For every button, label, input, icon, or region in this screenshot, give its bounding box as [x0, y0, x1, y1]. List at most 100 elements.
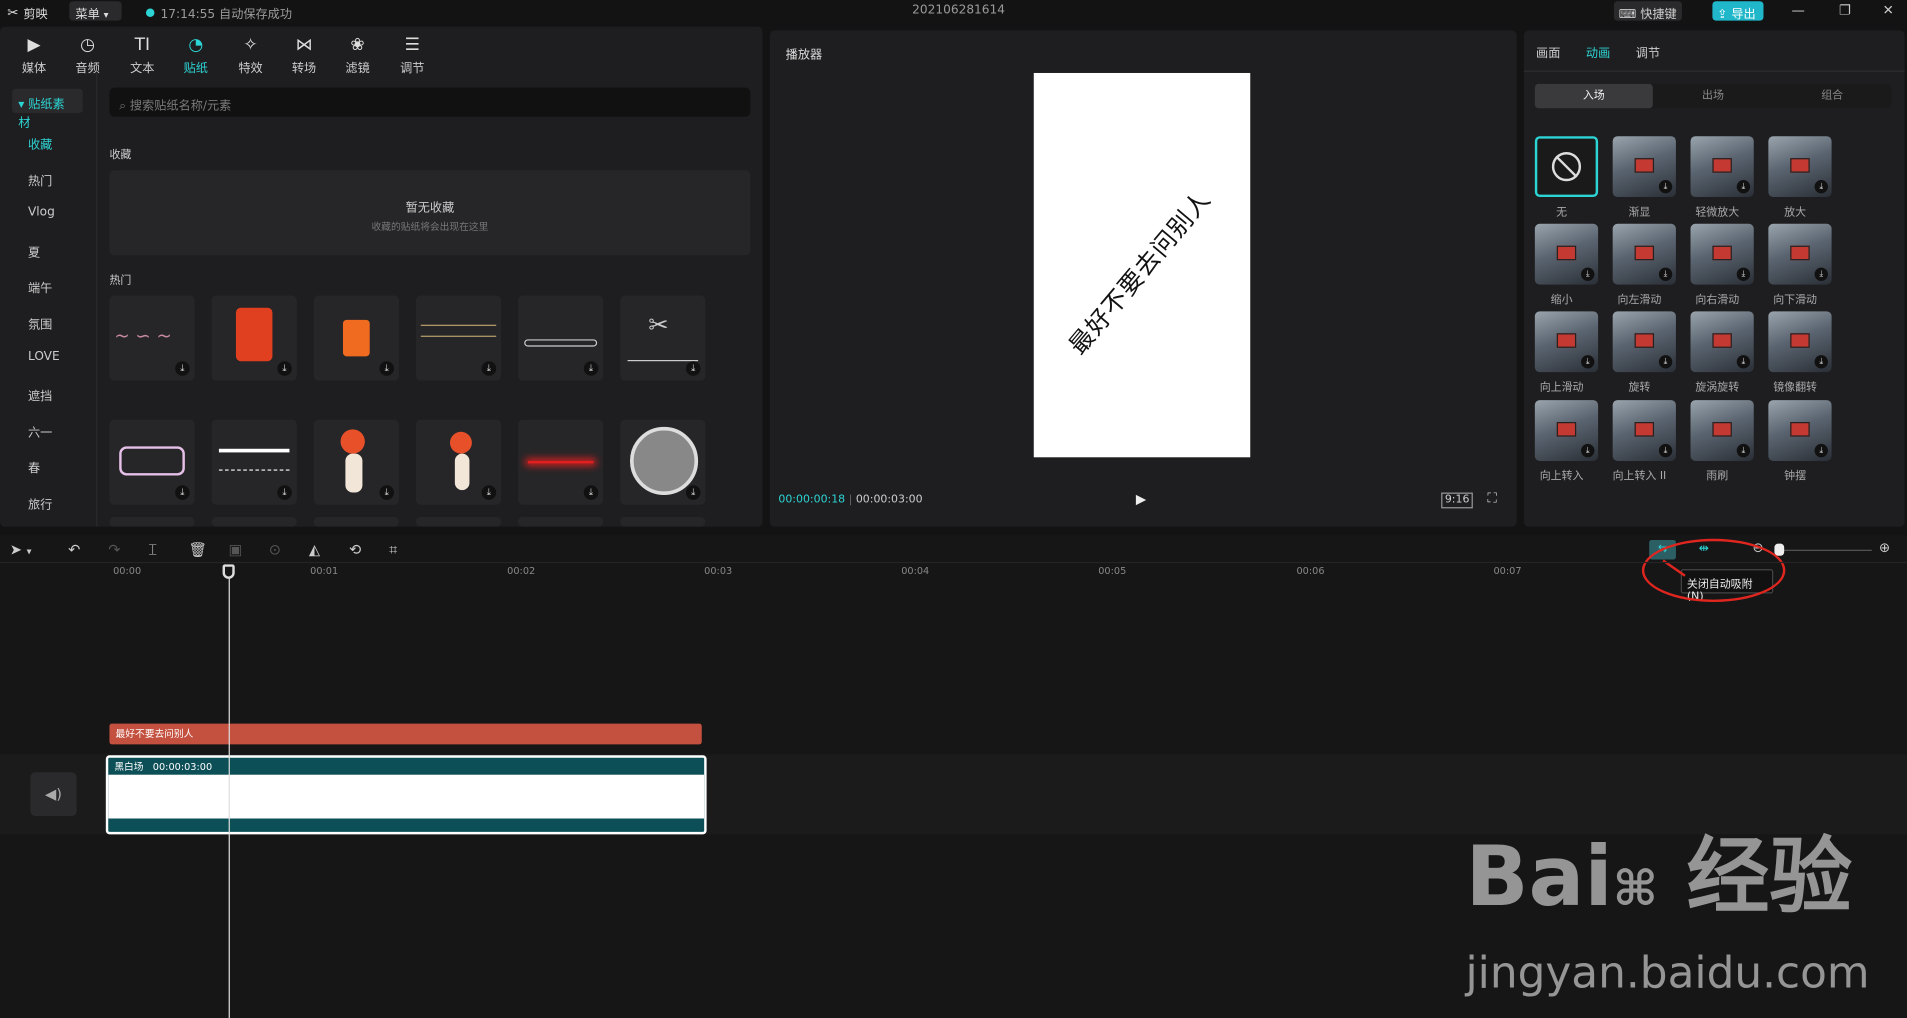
animation-item[interactable]: ⤓: [1768, 311, 1832, 373]
download-icon[interactable]: ⤓: [583, 361, 599, 376]
download-icon[interactable]: ⤓: [277, 361, 292, 376]
sticker-item[interactable]: ⤓: [211, 295, 297, 381]
download-icon[interactable]: ⤓: [175, 361, 190, 376]
text-clip[interactable]: 最好不要去问别人: [109, 723, 702, 745]
download-icon[interactable]: ⤓: [685, 485, 701, 500]
download-icon[interactable]: ⤓: [1736, 179, 1751, 194]
split-icon[interactable]: ⌶: [148, 541, 157, 559]
download-icon[interactable]: ⤓: [379, 485, 395, 500]
animation-item[interactable]: ⤓: [1534, 400, 1599, 461]
sticker-item[interactable]: ⤓: [415, 419, 502, 505]
download-icon[interactable]: ⤓: [481, 485, 497, 500]
animation-item[interactable]: ⤓: [1690, 400, 1754, 461]
play-icon[interactable]: ▶: [1136, 491, 1146, 507]
menu-button[interactable]: 菜单 ▾: [69, 1, 122, 22]
sticker-item[interactable]: ✂ ⤓: [620, 295, 706, 381]
search-input[interactable]: ⌕ 搜索贴纸名称/元素: [109, 87, 751, 117]
download-icon[interactable]: ⤓: [1736, 443, 1751, 458]
sticker-item[interactable]: [211, 516, 297, 527]
tab-filter[interactable]: ❀ 滤镜: [331, 33, 385, 75]
animation-item[interactable]: ⤓: [1534, 311, 1599, 373]
animation-item[interactable]: ⤓: [1612, 400, 1676, 461]
sticker-item[interactable]: ⤓: [211, 419, 297, 505]
playhead-line[interactable]: [228, 571, 230, 1018]
sidebar-item-atmosphere[interactable]: 氛围: [28, 314, 52, 332]
sidebar-item-vlog[interactable]: Vlog: [28, 206, 55, 219]
zoom-in-icon[interactable]: ⊕: [1879, 540, 1890, 556]
tab-transition[interactable]: ⋈ 转场: [277, 33, 331, 75]
sidebar-item-children-day[interactable]: 六一: [28, 422, 52, 440]
animation-item[interactable]: ⤓: [1612, 311, 1676, 373]
animation-item[interactable]: ⤓: [1612, 223, 1676, 285]
download-icon[interactable]: ⤓: [1814, 443, 1828, 458]
sticker-item[interactable]: ~ ∽ ~ ⤓: [109, 295, 195, 381]
tab-media[interactable]: ▶ 媒体: [7, 33, 61, 75]
download-icon[interactable]: ⤓: [1658, 179, 1673, 194]
download-icon[interactable]: ⤓: [1658, 355, 1673, 369]
download-icon[interactable]: ⤓: [1658, 267, 1673, 281]
sticker-item[interactable]: [415, 516, 502, 527]
tab-picture[interactable]: 画面: [1536, 43, 1560, 60]
playhead-handle[interactable]: [222, 564, 235, 579]
animation-item[interactable]: ⤓: [1690, 136, 1754, 198]
download-icon[interactable]: ⤓: [685, 361, 701, 376]
tab-adjust-props[interactable]: 调节: [1636, 43, 1660, 60]
tab-adjust[interactable]: ☰ 调节: [386, 33, 440, 75]
download-icon[interactable]: ⤓: [379, 361, 395, 376]
sidebar-item-favorites[interactable]: 收藏: [28, 134, 52, 152]
download-icon[interactable]: ⤓: [1736, 267, 1751, 281]
close-icon[interactable]: ✕: [1883, 2, 1894, 18]
animation-item[interactable]: [1534, 136, 1599, 198]
mirror-icon[interactable]: ◭: [309, 541, 320, 558]
sidebar-header[interactable]: ▾ 贴纸素材: [12, 88, 83, 130]
tab-audio[interactable]: ◷ 音频: [61, 33, 115, 75]
tab-text[interactable]: TI 文本: [116, 33, 170, 75]
animation-item[interactable]: ⤓: [1768, 223, 1832, 285]
sidebar-item-dragon-boat[interactable]: 端午: [28, 277, 52, 295]
export-button[interactable]: ⇪ 导出: [1712, 1, 1764, 22]
zoom-slider[interactable]: [1774, 549, 1872, 551]
download-icon[interactable]: ⤓: [1814, 267, 1828, 281]
download-icon[interactable]: ⤓: [1581, 267, 1595, 281]
animation-item[interactable]: ⤓: [1534, 223, 1599, 285]
tab-sticker[interactable]: ◔ 贴纸: [169, 33, 223, 75]
download-icon[interactable]: ⤓: [175, 485, 190, 500]
video-clip[interactable]: 黑白场 00:00:03:00: [105, 755, 707, 835]
sticker-item[interactable]: ⤓: [313, 419, 399, 505]
select-tool-icon[interactable]: ➤ ▾: [10, 541, 32, 558]
animation-item[interactable]: ⤓: [1612, 136, 1676, 198]
preview-canvas[interactable]: 最好不要去问别人: [1033, 72, 1251, 458]
sticker-item[interactable]: [313, 516, 399, 527]
download-icon[interactable]: ⤓: [481, 361, 497, 376]
download-icon[interactable]: ⤓: [277, 485, 292, 500]
sidebar-item-spring[interactable]: 春: [28, 457, 40, 475]
download-icon[interactable]: ⤓: [1814, 355, 1828, 369]
sticker-item[interactable]: ⤓: [518, 419, 604, 505]
delete-icon[interactable]: 🗑: [189, 541, 208, 558]
sticker-item[interactable]: [518, 516, 604, 527]
sticker-item[interactable]: [109, 516, 195, 527]
segment-out[interactable]: 出场: [1654, 84, 1772, 108]
animation-item[interactable]: ⤓: [1768, 400, 1832, 461]
animation-item[interactable]: ⤓: [1690, 311, 1754, 373]
crop-icon[interactable]: ⌗: [389, 541, 397, 559]
tab-effects[interactable]: ✧ 特效: [224, 33, 278, 75]
download-icon[interactable]: ⤓: [1814, 179, 1828, 194]
sticker-item[interactable]: ⤓: [415, 295, 502, 381]
sticker-item[interactable]: ⤓: [518, 295, 604, 381]
animation-item[interactable]: ⤓: [1768, 136, 1832, 198]
rotate-icon[interactable]: ⟲: [349, 541, 361, 558]
sticker-item[interactable]: ⤓: [313, 295, 399, 381]
track-mute-button[interactable]: ◀): [30, 772, 77, 817]
sidebar-item-love[interactable]: LOVE: [28, 350, 60, 363]
restore-icon[interactable]: ❐: [1839, 2, 1851, 18]
sidebar-item-cover[interactable]: 遮挡: [28, 386, 52, 403]
download-icon[interactable]: ⤓: [1658, 443, 1673, 458]
tab-animation[interactable]: 动画: [1586, 43, 1610, 60]
download-icon[interactable]: ⤓: [583, 485, 599, 500]
undo-icon[interactable]: ↶: [68, 541, 80, 558]
fullscreen-icon[interactable]: ⛶: [1487, 490, 1496, 507]
sticker-item[interactable]: ⤓: [109, 419, 195, 505]
minimize-icon[interactable]: —: [1791, 2, 1804, 18]
sidebar-item-hot[interactable]: 热门: [28, 170, 52, 188]
